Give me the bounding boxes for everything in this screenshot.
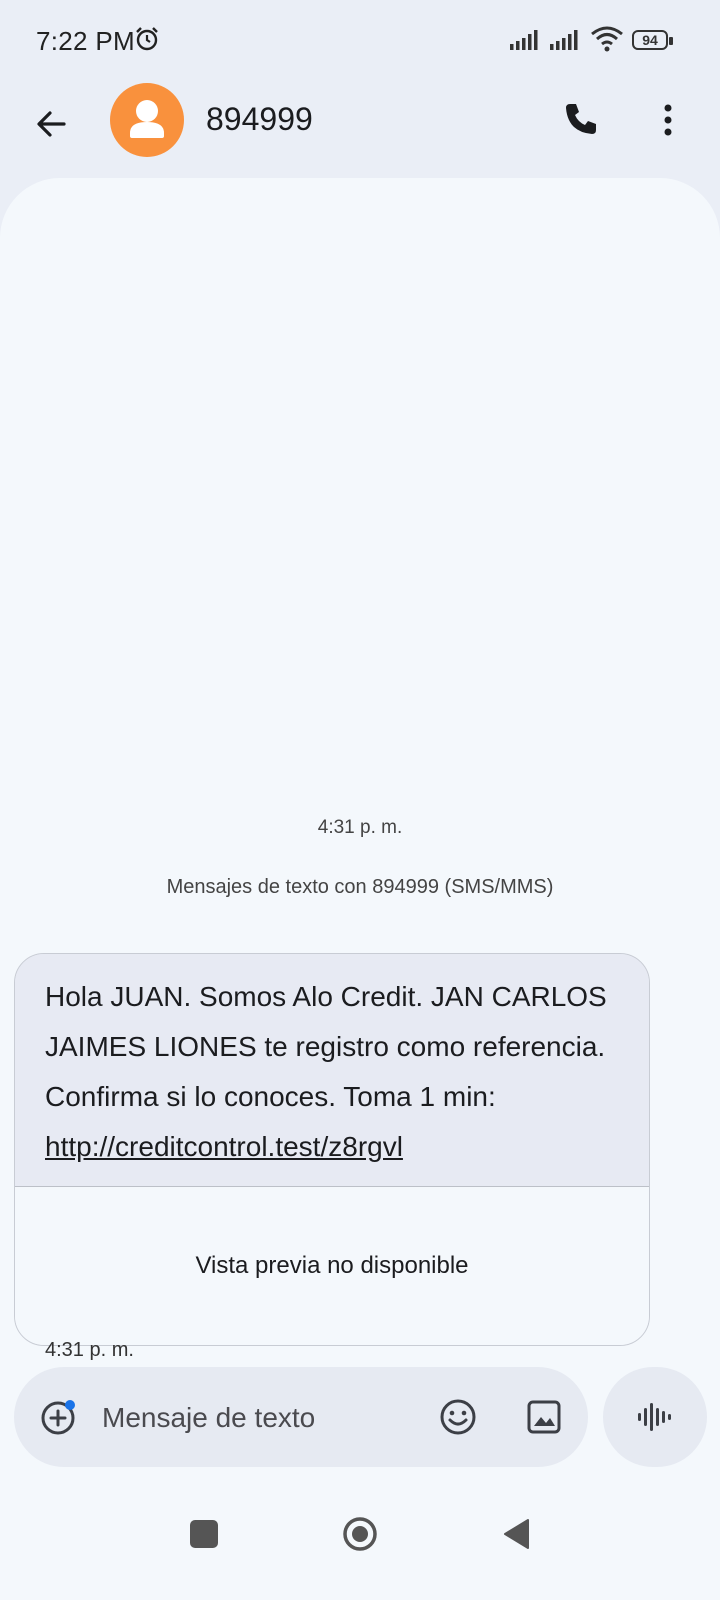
link-preview[interactable]: Vista previa no disponible — [15, 1186, 649, 1345]
emoji-icon[interactable] — [438, 1397, 478, 1437]
contact-avatar[interactable] — [110, 83, 184, 157]
message-body: Hola JUAN. Somos Alo Credit. JAN CARLOS … — [45, 981, 607, 1112]
voice-button[interactable] — [603, 1367, 707, 1467]
status-bar: 7:22 PM 94 — [0, 0, 720, 80]
contact-name[interactable]: 894999 — [206, 101, 313, 138]
conversation-area[interactable]: 4:31 p. m. Mensajes de texto con 894999 … — [0, 178, 720, 1600]
message-link[interactable]: http://creditcontrol.test/z8rgvl — [45, 1131, 403, 1162]
add-circle-icon[interactable] — [38, 1397, 78, 1437]
battery-icon: 94 — [632, 28, 676, 52]
message-text: Hola JUAN. Somos Alo Credit. JAN CARLOS … — [15, 954, 649, 1186]
back-arrow-icon[interactable] — [30, 102, 74, 146]
compose-bar — [14, 1367, 588, 1467]
home-button[interactable] — [342, 1516, 378, 1552]
more-vert-icon[interactable] — [648, 98, 688, 142]
image-icon[interactable] — [524, 1397, 564, 1437]
phone-icon[interactable] — [558, 98, 602, 142]
message-bubble[interactable]: Hola JUAN. Somos Alo Credit. JAN CARLOS … — [14, 953, 650, 1346]
cell-signal-icon — [510, 30, 538, 50]
system-nav-bar — [0, 1478, 720, 1600]
recents-button[interactable] — [190, 1520, 218, 1548]
waveform-icon — [638, 1403, 671, 1431]
preview-label: Vista previa no disponible — [195, 1252, 469, 1279]
date-divider: 4:31 p. m. — [317, 817, 403, 838]
back-button[interactable] — [502, 1518, 532, 1550]
message-input[interactable] — [100, 1395, 404, 1441]
wifi-icon — [591, 26, 623, 52]
message-timestamp: 4:31 p. m. — [45, 1339, 134, 1361]
alarm-icon — [136, 27, 158, 51]
status-time: 7:22 PM — [36, 26, 135, 56]
cell-signal-icon — [550, 30, 578, 50]
thread-info: Mensajes de texto con 894999 (SMS/MMS) — [166, 876, 554, 898]
app-bar: 894999 — [0, 80, 720, 180]
person-icon — [130, 100, 164, 138]
battery-level: 94 — [632, 30, 668, 50]
